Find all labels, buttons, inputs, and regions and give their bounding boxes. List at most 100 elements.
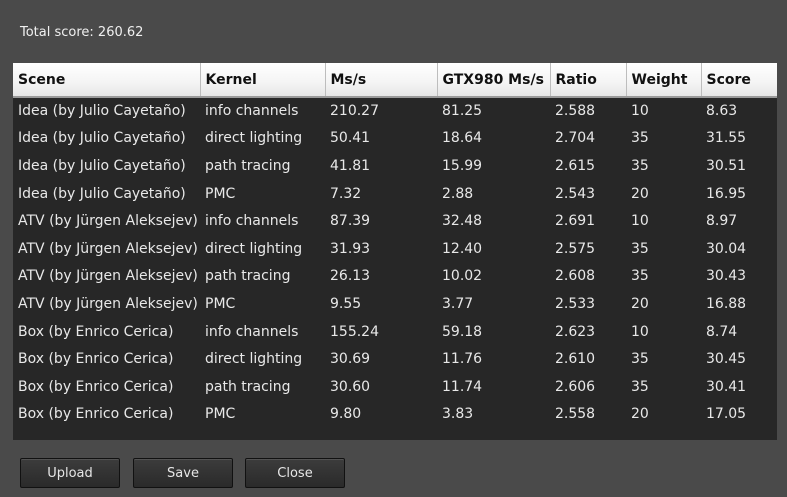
cell-ms-per-s: 26.13 (330, 268, 371, 285)
table-row[interactable]: Box (by Enrico Cerica) path tracing 30.60 1… (13, 373, 777, 401)
cell-scene: Idea (by Julio Cayetaño) (18, 130, 186, 147)
cell-ratio: 2.608 (555, 268, 596, 285)
column-header-ms-per-s[interactable]: Ms/s (325, 63, 438, 98)
cell-score: 30.04 (706, 240, 747, 257)
cell-gtx980-ms-per-s: 11.76 (442, 351, 483, 368)
table-row[interactable]: Idea (by Julio Cayetaño) PMC 7.32 2.88 2.543… (13, 180, 777, 208)
table-row[interactable]: ATV (by Jürgen Aleksejev) PMC 9.55 3.77 2.53… (13, 290, 777, 318)
save-button[interactable]: Save (133, 458, 233, 488)
cell-ratio: 2.610 (555, 351, 596, 368)
cell-kernel: PMC (205, 185, 236, 202)
cell-ms-per-s: 50.41 (330, 130, 371, 147)
table-row[interactable]: Box (by Enrico Cerica) PMC 9.80 3.83 2.558 20… (13, 401, 777, 429)
table-row[interactable]: Idea (by Julio Cayetaño) path tracing 41.8… (13, 152, 777, 180)
cell-gtx980-ms-per-s: 3.77 (442, 295, 474, 312)
column-header-weight[interactable]: Weight (626, 63, 702, 98)
cell-kernel: info channels (205, 103, 299, 120)
cell-kernel: direct lighting (205, 130, 303, 147)
cell-gtx980-ms-per-s: 18.64 (442, 130, 483, 147)
cell-score: 8.63 (706, 103, 738, 120)
table-body: Idea (by Julio Cayetaño) info channels 210… (13, 97, 777, 428)
cell-weight: 10 (631, 323, 649, 340)
cell-gtx980-ms-per-s: 15.99 (442, 157, 483, 174)
cell-score: 17.05 (706, 406, 747, 423)
table-row[interactable]: ATV (by Jürgen Aleksejev) info channels 87… (13, 207, 777, 235)
cell-scene: ATV (by Jürgen Aleksejev) (18, 268, 198, 285)
cell-ratio: 2.691 (555, 213, 596, 230)
cell-scene: Box (by Enrico Cerica) (18, 323, 174, 340)
table-row[interactable]: Box (by Enrico Cerica) direct lighting 30.… (13, 345, 777, 373)
total-score-label: Total score: 260.62 (20, 25, 144, 40)
upload-button[interactable]: Upload (20, 458, 120, 488)
cell-weight: 10 (631, 103, 649, 120)
cell-ratio: 2.558 (555, 406, 596, 423)
cell-kernel: direct lighting (205, 240, 303, 257)
cell-ms-per-s: 31.93 (330, 240, 371, 257)
cell-ratio: 2.533 (555, 295, 596, 312)
cell-kernel: PMC (205, 295, 236, 312)
table-row[interactable]: ATV (by Jürgen Aleksejev) direct lighting… (13, 235, 777, 263)
cell-scene: Idea (by Julio Cayetaño) (18, 157, 186, 174)
cell-score: 8.74 (706, 323, 738, 340)
column-header-scene[interactable]: Scene (13, 63, 201, 98)
cell-score: 16.88 (706, 295, 747, 312)
cell-gtx980-ms-per-s: 32.48 (442, 213, 483, 230)
cell-score: 30.41 (706, 378, 747, 395)
cell-ratio: 2.543 (555, 185, 596, 202)
cell-weight: 10 (631, 213, 649, 230)
cell-ratio: 2.615 (555, 157, 596, 174)
cell-score: 31.55 (706, 130, 747, 147)
cell-ms-per-s: 30.69 (330, 351, 371, 368)
column-header-score[interactable]: Score (701, 63, 777, 98)
cell-ms-per-s: 87.39 (330, 213, 371, 230)
results-table-container[interactable]: Scene Kernel Ms/s GTX980 Ms/s Ratio Weig… (13, 63, 777, 440)
cell-score: 8.97 (706, 213, 738, 230)
cell-kernel: path tracing (205, 157, 291, 174)
cell-gtx980-ms-per-s: 2.88 (442, 185, 474, 202)
cell-weight: 35 (631, 351, 649, 368)
cell-scene: Idea (by Julio Cayetaño) (18, 103, 186, 120)
table-header-row: Scene Kernel Ms/s GTX980 Ms/s Ratio Weig… (13, 63, 777, 98)
close-button[interactable]: Close (245, 458, 345, 488)
cell-kernel: PMC (205, 406, 236, 423)
cell-ms-per-s: 30.60 (330, 378, 371, 395)
cell-weight: 20 (631, 406, 649, 423)
cell-scene: Box (by Enrico Cerica) (18, 378, 174, 395)
cell-gtx980-ms-per-s: 10.02 (442, 268, 483, 285)
cell-kernel: path tracing (205, 268, 291, 285)
column-header-kernel[interactable]: Kernel (200, 63, 326, 98)
cell-ratio: 2.623 (555, 323, 596, 340)
table-row[interactable]: ATV (by Jürgen Aleksejev) path tracing 26.… (13, 263, 777, 291)
cell-kernel: info channels (205, 323, 299, 340)
column-header-ratio[interactable]: Ratio (550, 63, 627, 98)
table-row[interactable]: Idea (by Julio Cayetaño) info channels 210… (13, 97, 777, 125)
cell-weight: 35 (631, 240, 649, 257)
column-header-gtx980-ms-per-s[interactable]: GTX980 Ms/s (437, 63, 551, 98)
cell-ratio: 2.575 (555, 240, 596, 257)
table-row[interactable]: Idea (by Julio Cayetaño) direct lighting 5… (13, 125, 777, 153)
cell-ms-per-s: 210.27 (330, 103, 379, 120)
cell-scene: Box (by Enrico Cerica) (18, 406, 174, 423)
results-table: Scene Kernel Ms/s GTX980 Ms/s Ratio Weig… (13, 63, 777, 428)
cell-ms-per-s: 41.81 (330, 157, 371, 174)
cell-weight: 35 (631, 130, 649, 147)
cell-score: 30.51 (706, 157, 747, 174)
cell-gtx980-ms-per-s: 81.25 (442, 103, 483, 120)
cell-gtx980-ms-per-s: 59.18 (442, 323, 483, 340)
cell-scene: ATV (by Jürgen Aleksejev) (18, 213, 198, 230)
cell-weight: 35 (631, 378, 649, 395)
cell-scene: Box (by Enrico Cerica) (18, 351, 174, 368)
cell-score: 16.95 (706, 185, 747, 202)
cell-score: 30.45 (706, 351, 747, 368)
cell-score: 30.43 (706, 268, 747, 285)
cell-gtx980-ms-per-s: 12.40 (442, 240, 483, 257)
cell-ms-per-s: 9.80 (330, 406, 362, 423)
cell-ratio: 2.588 (555, 103, 596, 120)
cell-weight: 20 (631, 295, 649, 312)
cell-scene: ATV (by Jürgen Aleksejev) (18, 295, 198, 312)
cell-ms-per-s: 9.55 (330, 295, 362, 312)
cell-ratio: 2.606 (555, 378, 596, 395)
cell-ms-per-s: 7.32 (330, 185, 362, 202)
table-row[interactable]: Box (by Enrico Cerica) info channels 155.2… (13, 318, 777, 346)
cell-scene: Idea (by Julio Cayetaño) (18, 185, 186, 202)
